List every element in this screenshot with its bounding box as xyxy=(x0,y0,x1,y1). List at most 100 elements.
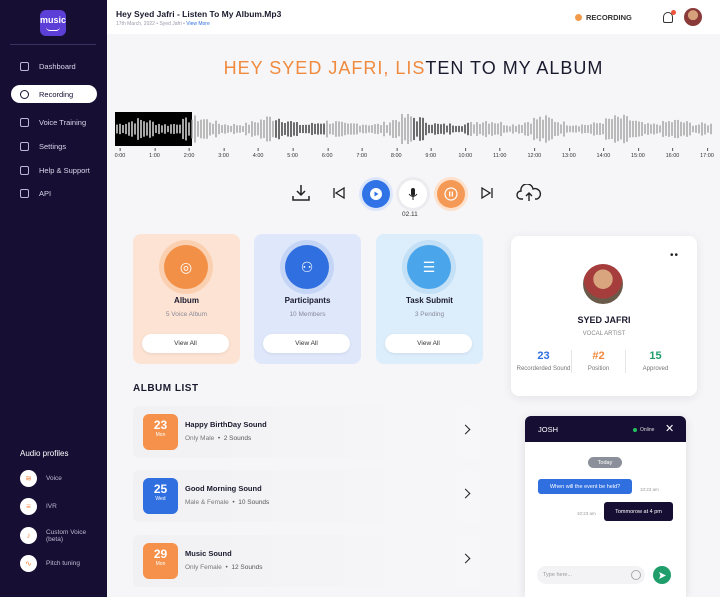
bell-icon[interactable] xyxy=(663,10,676,23)
audio-profile-custom-voice[interactable]: ♪ Custom Voice (beta) xyxy=(20,527,100,544)
participants-card: ⚇ Participants 10 Members View All xyxy=(254,234,361,364)
gear-icon xyxy=(20,141,29,151)
users-icon: ⚇ xyxy=(285,245,329,289)
album-date-badge: 23 Mon xyxy=(143,414,178,450)
timeline-tick: 6:00 xyxy=(322,148,333,159)
record-dot-icon xyxy=(575,14,582,21)
avatar[interactable] xyxy=(684,8,702,26)
list-item[interactable]: 25 Wed Good Morning Sound Male & Female … xyxy=(133,470,481,522)
album-name: Good Morning Sound xyxy=(185,484,262,493)
sidebar-item-label: Help & Support xyxy=(39,165,90,175)
album-name: Music Sound xyxy=(185,549,232,558)
view-more-link[interactable]: View More xyxy=(186,21,210,27)
download-button[interactable] xyxy=(290,183,312,203)
recording-label: RECORDING xyxy=(586,13,632,22)
audio-profile-label: Custom Voice (beta) xyxy=(46,528,87,543)
send-button[interactable] xyxy=(653,566,671,584)
sidebar-item-voice-training[interactable]: Voice Training xyxy=(11,113,97,131)
meta-date: 17th March, 2022 xyxy=(116,21,155,27)
hero-title-orange: HEY SYED JAFRI, LIS xyxy=(223,58,426,78)
audio-profile-pitch-tuning[interactable]: ∿ Pitch tuning xyxy=(20,555,80,572)
play-icon xyxy=(370,188,382,200)
play-button[interactable] xyxy=(362,180,390,208)
voice-icon: ≋ xyxy=(20,470,37,487)
waveform[interactable] xyxy=(115,112,712,146)
chat-widget: JOSH Online ✕ Today When will the event … xyxy=(525,416,686,597)
timeline-tick: 5:00 xyxy=(287,148,298,159)
audio-profiles-title: Audio profiles xyxy=(20,449,69,458)
page-meta: 17th March, 2022 • Syed Jafri • View Mor… xyxy=(116,21,210,27)
album-weekday: Mon xyxy=(155,561,166,567)
album-day: 25 xyxy=(153,482,168,496)
audio-profile-label: Voice xyxy=(46,475,62,482)
view-all-button[interactable]: View All xyxy=(385,334,472,353)
download-icon xyxy=(292,185,310,201)
wave-icon xyxy=(20,117,29,127)
upload-button[interactable] xyxy=(515,183,543,203)
view-all-button[interactable]: View All xyxy=(142,334,229,353)
close-icon[interactable]: ✕ xyxy=(665,422,674,435)
sidebar-item-label: Settings xyxy=(39,141,67,151)
online-dot-icon xyxy=(633,428,637,432)
sidebar-item-settings[interactable]: Settings xyxy=(11,137,97,155)
sidebar-item-help[interactable]: Help & Support xyxy=(11,161,97,179)
view-all-button[interactable]: View All xyxy=(263,334,350,353)
page-title: Hey Syed Jafri - Listen To My Album.Mp3 xyxy=(116,9,282,19)
hero-title-dark: TEN TO MY ALBUM xyxy=(425,58,604,78)
sidebar-item-recording[interactable]: Recording xyxy=(11,85,97,103)
task-list-icon: ☰ xyxy=(407,245,451,289)
logo-text: music xyxy=(40,15,67,25)
meta-author: Syed Jafri xyxy=(159,21,182,27)
album-date-badge: 29 Mon xyxy=(143,543,178,579)
album-info: Male & Female • 10 Sounds xyxy=(185,499,270,506)
api-icon xyxy=(20,188,29,198)
record-icon xyxy=(20,89,29,99)
timeline-tick: 16:00 xyxy=(666,148,679,159)
chat-contact-name: JOSH xyxy=(538,425,559,434)
audio-profile-label: Pitch tuning xyxy=(46,560,80,567)
online-status: Online xyxy=(633,427,654,433)
emoji-icon[interactable] xyxy=(631,570,641,580)
microphone-button[interactable] xyxy=(399,180,427,208)
current-time: 02.11 xyxy=(402,211,418,218)
pause-button[interactable] xyxy=(437,180,465,208)
album-name: Happy BirthDay Sound xyxy=(185,420,267,429)
previous-button[interactable] xyxy=(331,185,347,201)
grid-icon xyxy=(20,61,29,71)
sidebar-item-api[interactable]: API xyxy=(11,184,97,202)
card-title: Participants xyxy=(284,296,331,305)
sidebar-divider xyxy=(10,44,96,45)
chevron-right-icon[interactable] xyxy=(460,424,471,435)
timeline-tick: 3:00 xyxy=(218,148,229,159)
card-subtitle: 5 Voice Album xyxy=(165,311,208,318)
chat-input[interactable]: Type here... xyxy=(537,566,645,584)
next-button[interactable] xyxy=(479,185,495,201)
music-note-icon: ♪ xyxy=(20,527,37,544)
album-sounds: 10 Sounds xyxy=(238,499,270,506)
audio-profile-ivr[interactable]: ≡ IVR xyxy=(20,498,57,515)
sidebar-item-dashboard[interactable]: Dashboard xyxy=(11,57,97,75)
sidebar-item-label: API xyxy=(39,188,52,198)
chat-message-in: Tommorow at 4 pm xyxy=(604,502,673,521)
timeline-tick: 17:00 xyxy=(700,148,714,159)
date-separator: Today xyxy=(588,457,622,468)
chevron-right-icon[interactable] xyxy=(460,553,471,564)
album-info: Only Female • 12 Sounds xyxy=(185,564,263,571)
timeline-tick: 4:00 xyxy=(253,148,263,159)
app-logo[interactable]: music xyxy=(40,10,66,36)
chevron-right-icon[interactable] xyxy=(460,488,471,499)
more-options-icon[interactable]: •• xyxy=(670,250,679,261)
album-disc-icon: ◎ xyxy=(164,245,208,289)
list-item[interactable]: 23 Mon Happy BirthDay Sound Only Male • … xyxy=(133,406,481,458)
album-day: 29 xyxy=(153,547,168,561)
album-weekday: Mon xyxy=(155,432,166,438)
timeline-tick: 15:00 xyxy=(631,148,645,159)
timeline-tick: 7:00 xyxy=(356,148,367,159)
chat-header: JOSH Online ✕ xyxy=(525,416,686,442)
recording-status[interactable]: RECORDING xyxy=(575,13,632,22)
audio-profile-voice[interactable]: ≋ Voice xyxy=(20,470,62,487)
album-weekday: Wed xyxy=(155,496,166,502)
timeline-tick: 14:00 xyxy=(597,148,610,159)
list-item[interactable]: 29 Mon Music Sound Only Female • 12 Soun… xyxy=(133,535,481,587)
stat-label: Approved xyxy=(642,366,669,372)
